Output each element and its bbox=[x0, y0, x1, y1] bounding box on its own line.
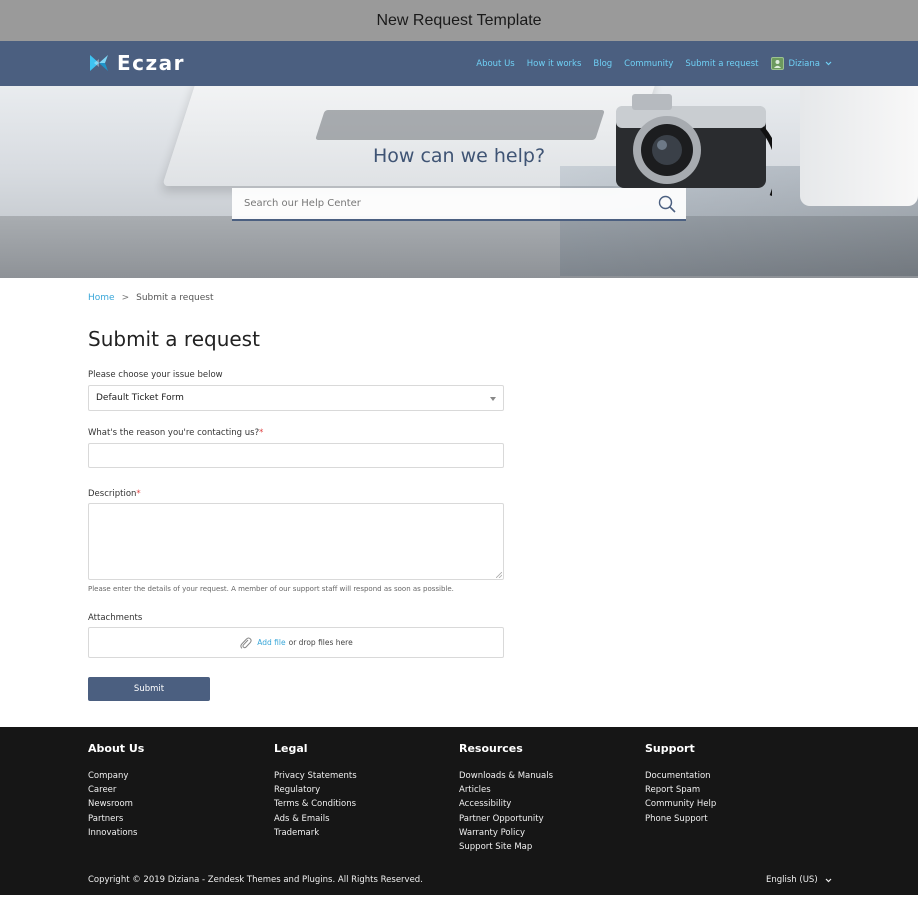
footer-link[interactable]: Downloads & Manuals bbox=[459, 769, 553, 783]
drop-files-text: or drop files here bbox=[288, 638, 353, 647]
user-avatar-icon bbox=[774, 60, 782, 68]
footer-link[interactable]: Terms & Conditions bbox=[274, 797, 357, 811]
footer-link[interactable]: Newsroom bbox=[88, 797, 144, 811]
nav-blog[interactable]: Blog bbox=[593, 59, 612, 69]
footer-column-support: Support Documentation Report Spam Commun… bbox=[645, 742, 716, 826]
attachments-label: Attachments bbox=[88, 613, 143, 623]
footer-link[interactable]: Support Site Map bbox=[459, 840, 553, 854]
nav-community[interactable]: Community bbox=[624, 59, 673, 69]
language-selector[interactable]: English (US) bbox=[766, 875, 832, 885]
page-title: Submit a request bbox=[88, 327, 260, 351]
footer-link[interactable]: Articles bbox=[459, 783, 553, 797]
issue-label: Please choose your issue below bbox=[88, 370, 223, 380]
search-input[interactable] bbox=[232, 188, 652, 219]
description-textarea[interactable] bbox=[88, 503, 504, 580]
footer-link[interactable]: Innovations bbox=[88, 826, 144, 840]
footer-link[interactable]: Partner Opportunity bbox=[459, 812, 553, 826]
nav-how-it-works[interactable]: How it works bbox=[527, 59, 582, 69]
footer-link[interactable]: Community Help bbox=[645, 797, 716, 811]
caret-down-icon bbox=[490, 397, 496, 401]
window-title: New Request Template bbox=[376, 11, 542, 29]
footer-link[interactable]: Report Spam bbox=[645, 783, 716, 797]
footer-link[interactable]: Documentation bbox=[645, 769, 716, 783]
issue-select[interactable]: Default Ticket Form bbox=[88, 385, 504, 411]
breadcrumb-separator: > bbox=[121, 293, 130, 303]
footer-link[interactable]: Phone Support bbox=[645, 812, 716, 826]
footer-link[interactable]: Ads & Emails bbox=[274, 812, 357, 826]
footer-link[interactable]: Trademark bbox=[274, 826, 357, 840]
hero-keyboard-image bbox=[315, 110, 605, 140]
user-name: Diziana bbox=[788, 58, 820, 69]
footer-link[interactable]: Company bbox=[88, 769, 144, 783]
required-mark: * bbox=[259, 428, 264, 438]
footer-heading: About Us bbox=[88, 742, 145, 755]
language-label: English (US) bbox=[766, 875, 818, 885]
breadcrumb: Home > Submit a request bbox=[88, 293, 214, 303]
footer-link[interactable]: Privacy Statements bbox=[274, 769, 357, 783]
site-footer: About Us Company Career Newsroom Partner… bbox=[0, 727, 918, 895]
footer-column-resources: Resources Downloads & Manuals Articles A… bbox=[459, 742, 553, 854]
brand-logo[interactable]: Eczar bbox=[88, 50, 185, 76]
footer-heading: Resources bbox=[459, 742, 523, 755]
footer-column-about: About Us Company Career Newsroom Partner… bbox=[88, 742, 144, 840]
breadcrumb-current: Submit a request bbox=[136, 293, 214, 303]
nav-about-us[interactable]: About Us bbox=[476, 59, 514, 69]
breadcrumb-home[interactable]: Home bbox=[88, 293, 115, 303]
issue-select-value: Default Ticket Form bbox=[96, 393, 184, 403]
search-icon[interactable] bbox=[658, 195, 676, 213]
main-nav: About Us How it works Blog Community Sub… bbox=[464, 41, 832, 86]
footer-link[interactable]: Warranty Policy bbox=[459, 826, 553, 840]
help-center-search bbox=[232, 188, 686, 221]
footer-link[interactable]: Accessibility bbox=[459, 797, 553, 811]
brand-name: Eczar bbox=[117, 51, 186, 75]
resize-grip-icon[interactable] bbox=[496, 572, 502, 578]
hero-camera-image bbox=[616, 94, 772, 196]
nav-submit-request[interactable]: Submit a request bbox=[685, 59, 758, 69]
chevron-down-icon bbox=[825, 878, 832, 882]
reason-label-text: What's the reason you're contacting us? bbox=[88, 428, 260, 438]
add-file-link[interactable]: Add file bbox=[257, 638, 285, 647]
description-label: Description* bbox=[88, 489, 141, 499]
user-menu[interactable]: Diziana bbox=[771, 57, 832, 70]
reason-input[interactable] bbox=[88, 443, 504, 468]
footer-heading: Support bbox=[645, 742, 695, 755]
site-header: Eczar About Us How it works Blog Communi… bbox=[0, 41, 918, 86]
description-hint: Please enter the details of your request… bbox=[88, 585, 454, 593]
eczar-logo-icon bbox=[90, 55, 108, 71]
footer-link[interactable]: Partners bbox=[88, 812, 144, 826]
reason-label: What's the reason you're contacting us?* bbox=[88, 428, 263, 438]
paperclip-icon bbox=[240, 637, 252, 649]
required-mark: * bbox=[136, 489, 141, 499]
hero-banner: How can we help? bbox=[0, 86, 918, 278]
footer-column-legal: Legal Privacy Statements Regulatory Term… bbox=[274, 742, 357, 840]
user-avatar bbox=[771, 57, 785, 70]
copyright-text: Copyright © 2019 Diziana - Zendesk Theme… bbox=[88, 875, 423, 885]
chevron-down-icon bbox=[825, 61, 832, 66]
footer-link[interactable]: Regulatory bbox=[274, 783, 357, 797]
description-label-text: Description bbox=[88, 489, 137, 499]
submit-button[interactable]: Submit bbox=[88, 677, 210, 701]
hero-title: How can we help? bbox=[372, 145, 546, 167]
footer-link[interactable]: Career bbox=[88, 783, 144, 797]
window-title-bar: New Request Template bbox=[0, 0, 918, 41]
footer-heading: Legal bbox=[274, 742, 308, 755]
attachments-dropzone[interactable]: Add file or drop files here bbox=[88, 627, 504, 658]
